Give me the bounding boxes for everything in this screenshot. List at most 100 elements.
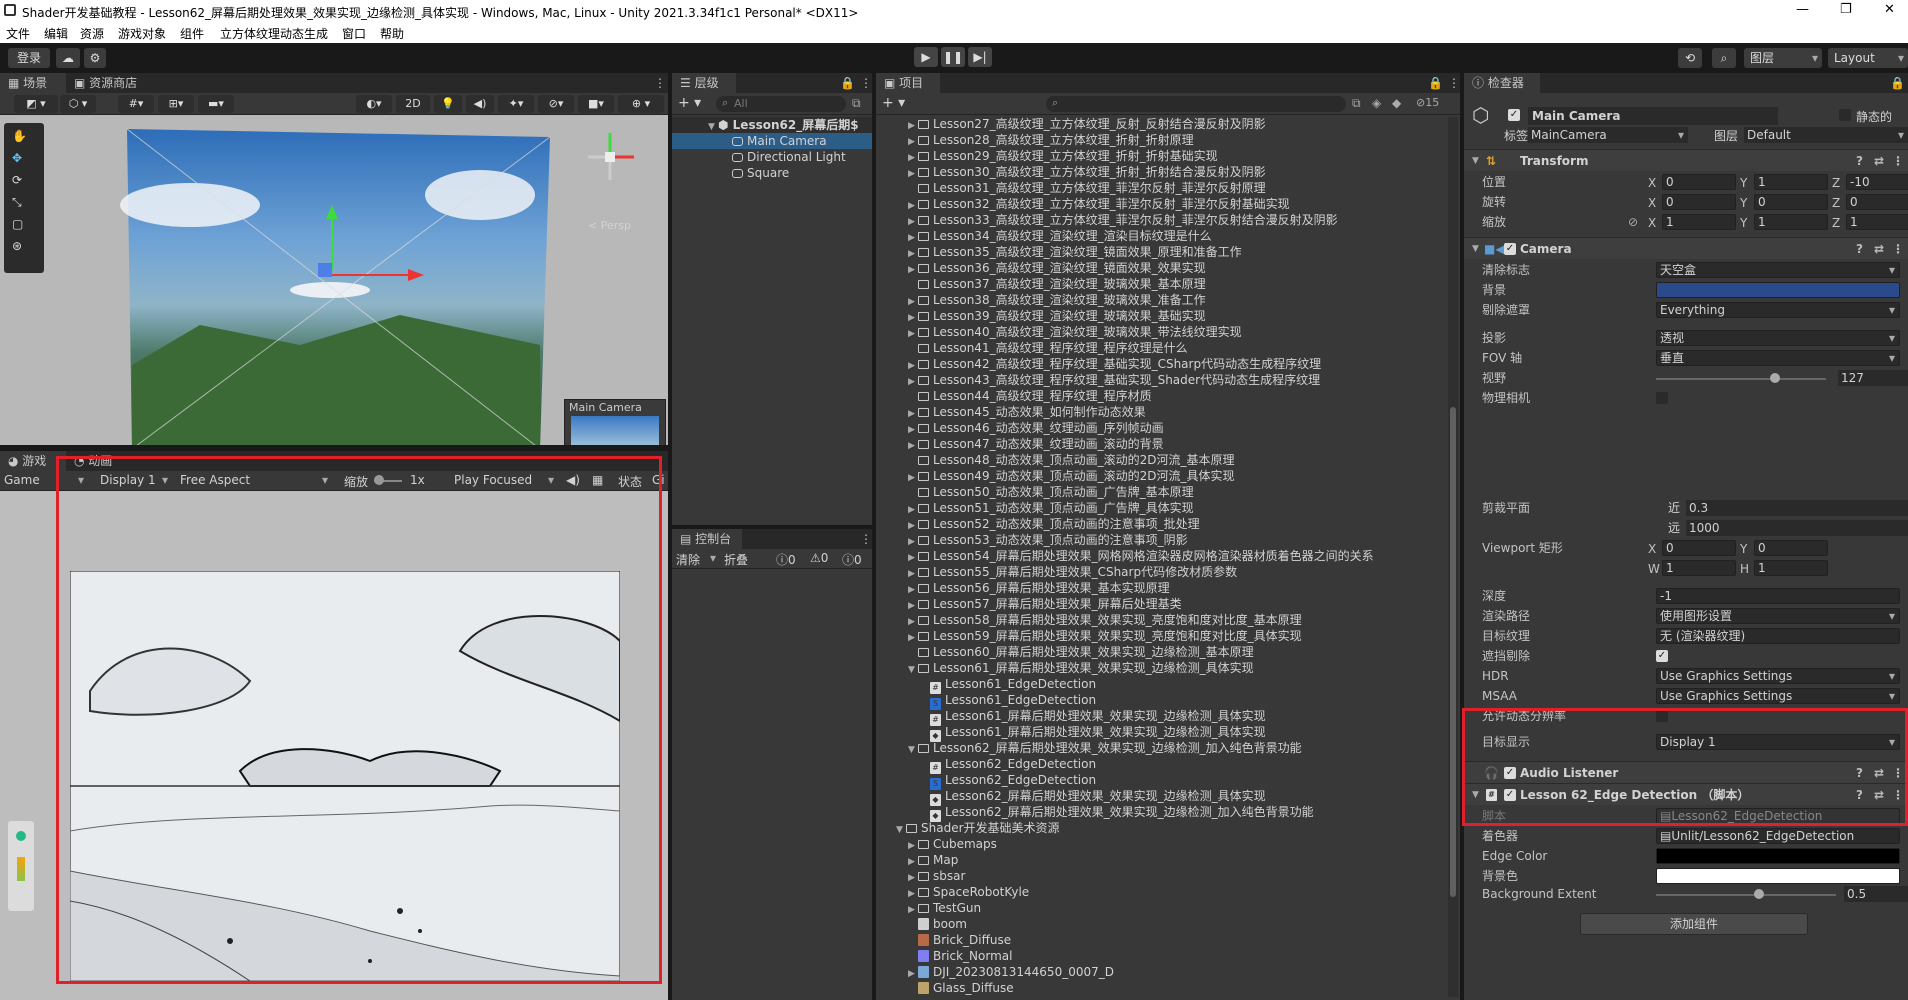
fov-slider[interactable] [1656,378,1826,380]
fov-slider-handle[interactable] [1770,373,1780,383]
camera-header[interactable]: ▼ ■◀ ✓ Camera ? ⇄ ⋮ [1464,237,1908,259]
property-dropdown[interactable]: Everything [1656,302,1900,318]
audio-preset-icon[interactable]: ⇄ [1874,762,1884,784]
edge-menu-icon[interactable]: ⋮ [1892,784,1904,806]
project-row[interactable]: ▶ DJI_20230813144650_0007_D [876,964,1446,980]
project-row[interactable]: Brick_Diffuse [876,932,1446,948]
camera-menu-icon[interactable]: ⋮ [1892,238,1904,260]
menu-item[interactable]: 立方体纹理动态生成 [220,25,328,42]
camera-fold-icon[interactable]: ▼ [1472,238,1479,260]
project-row[interactable]: ▶ Lesson30_高级纹理_立方体纹理_折射_折射结合漫反射及阴影 [876,164,1446,180]
project-menu-icon[interactable]: ⋮ [1440,73,1460,93]
play-button[interactable]: ▶ [914,47,938,67]
edge-enabled-checkbox[interactable]: ✓ [1504,789,1516,801]
audio-enabled-checkbox[interactable]: ✓ [1504,767,1516,779]
near-field[interactable]: 0.3 [1686,500,1908,516]
scale-tool-icon[interactable]: ⤡ [12,195,22,210]
hierarchy-item-square[interactable]: Square [672,165,872,181]
project-row[interactable]: ▶ Lesson59_屏幕后期处理效果_效果实现_亮度饱和度对比度_具体实现 [876,628,1446,644]
project-row[interactable]: Lesson50_动态效果_顶点动画_广告牌_基本原理 [876,484,1446,500]
project-row[interactable]: ▶ Lesson45_动态效果_如何制作动态效果 [876,404,1446,420]
camera-icon[interactable]: ■▾ [578,95,614,113]
error-count-button[interactable]: ⓘ0 [776,551,796,568]
rotation-x-field[interactable]: X0 [1648,194,1738,210]
edge-fold-icon[interactable]: ▼ [1472,784,1479,806]
menu-item[interactable]: 编辑 [44,25,68,42]
transform-preset-icon[interactable]: ⇄ [1874,150,1884,172]
tab-animation[interactable]: ◔ 动画 [66,451,120,471]
menu-item[interactable]: 游戏对象 [118,25,166,42]
shading-icon[interactable]: ◐▾ [356,95,392,113]
project-row[interactable]: ▶ Lesson39_高级纹理_渲染纹理_玻璃效果_基础实现 [876,308,1446,324]
project-row[interactable]: Lesson41_高级纹理_程序纹理_程序纹理是什么 [876,340,1446,356]
project-row[interactable]: ▶ SpaceRobotKyle [876,884,1446,900]
edge-preset-icon[interactable]: ⇄ [1874,784,1884,806]
project-row[interactable]: Brick_Normal [876,948,1446,964]
bg-extent-field[interactable]: 0.5 [1844,886,1908,902]
menu-item[interactable]: 帮助 [380,25,404,42]
property-field[interactable]: -1 [1656,588,1900,604]
hierarchy-item-directional-light[interactable]: Directional Light [672,149,872,165]
project-search-input[interactable] [1046,96,1346,112]
scale-z-field[interactable]: Z1 [1832,214,1908,230]
project-row[interactable]: ◆ Lesson62_屏幕后期处理效果_效果实现_边缘检测_加入纯色背景功能 [876,804,1446,822]
minimize-icon[interactable]: — [1796,2,1809,17]
property-checkbox[interactable] [1656,392,1668,404]
viewport-h-field[interactable]: H1 [1740,560,1830,576]
display-dropdown[interactable]: Display 1 [100,473,156,487]
active-checkbox[interactable]: ✓ [1508,109,1520,121]
property-checkbox[interactable]: ✓ [1656,650,1668,662]
project-row[interactable]: ▶ Lesson57_屏幕后期处理效果_屏幕后处理基类 [876,596,1446,612]
tab-scene[interactable]: ▦ 场景 [0,73,66,93]
project-row[interactable]: ▶ Lesson36_高级纹理_渲染纹理_镜面效果_效果实现 [876,260,1446,276]
viewport-y-field[interactable]: Y0 [1740,540,1830,556]
filter-label-icon[interactable]: ◈ [1372,96,1381,110]
rotation-y-field[interactable]: Y0 [1740,194,1830,210]
camera-enabled-checkbox[interactable]: ✓ [1504,243,1516,255]
project-row[interactable]: # Lesson62_EdgeDetection [876,756,1446,774]
history-icon[interactable]: ⟲ [1678,48,1702,68]
draw-mode-dropdown[interactable]: ◩ ▾ [14,95,58,113]
effects-icon[interactable]: ✦▾ [498,95,534,113]
project-row[interactable]: # Lesson61_EdgeDetection [876,676,1446,694]
project-row[interactable]: ▶ Lesson34_高级纹理_渲染纹理_渲染目标纹理是什么 [876,228,1446,244]
scale-y-field[interactable]: Y1 [1740,214,1830,230]
tab-inspector[interactable]: ⓘ 检查器 [1464,73,1540,93]
position-x-field[interactable]: X0 [1648,174,1738,190]
gizmos-button[interactable]: Gi [652,473,665,487]
project-row[interactable]: ▶ Lesson58_屏幕后期处理效果_效果实现_亮度饱和度对比度_基本原理 [876,612,1446,628]
ruler-icon[interactable]: ▬▾ [198,95,234,113]
audio-menu-icon[interactable]: ⋮ [1892,762,1904,784]
tab-hierarchy[interactable]: ☰ 层级 [672,73,736,93]
property-dropdown[interactable]: 天空盒 [1656,262,1900,278]
property-dropdown[interactable]: Use Graphics Settings [1656,668,1900,684]
game-viewport[interactable] [0,491,668,1000]
hierarchy-filter-icon[interactable]: ⧉ [852,96,861,111]
audio-help-icon[interactable]: ? [1856,762,1863,784]
close-icon[interactable]: ✕ [1884,2,1895,17]
rotation-z-field[interactable]: Z0 [1832,194,1908,210]
project-row[interactable]: ▶ Lesson55_屏幕后期处理效果_CSharp代码修改材质参数 [876,564,1446,580]
hand-tool-icon[interactable]: ✋ [12,129,27,143]
transform-help-icon[interactable]: ? [1856,150,1863,172]
project-row[interactable]: ▶ Lesson42_高级纹理_程序纹理_基础实现_CSharp代码动态生成程序纹… [876,356,1446,372]
project-row[interactable]: ▶ Lesson53_动态效果_顶点动画的注意事项_阴影 [876,532,1446,548]
rotate-tool-icon[interactable]: ⟳ [12,173,22,187]
camera-preset-icon[interactable]: ⇄ [1874,238,1884,260]
grid-icon[interactable]: ▦ [592,473,603,487]
audio-icon[interactable]: ◀) [466,95,494,113]
bg-extent-handle[interactable] [1754,889,1764,899]
property-dropdown[interactable]: 使用图形设置 [1656,608,1900,624]
layer-dropdown[interactable]: Default [1744,127,1908,143]
tab-game[interactable]: ◕ 游戏 [0,451,66,471]
property-dropdown[interactable]: 透视 [1656,330,1900,346]
add-object-button[interactable]: + ▾ [678,95,701,111]
project-row[interactable]: ▼ Lesson61_屏幕后期处理效果_效果实现_边缘检测_具体实现 [876,660,1446,676]
scene-root-row[interactable]: ▼ ⬢ Lesson62_屏幕后期$ [672,117,872,133]
audio-listener-header[interactable]: 🎧 ✓ Audio Listener ? ⇄ ⋮ [1464,761,1908,783]
project-row[interactable]: S Lesson61_EdgeDetection [876,692,1446,710]
mute-icon[interactable]: ◀) [566,473,580,487]
camera-help-icon[interactable]: ? [1856,238,1863,260]
project-row[interactable]: ▶ Lesson51_动态效果_顶点动画_广告牌_具体实现 [876,500,1446,516]
edge-help-icon[interactable]: ? [1856,784,1863,806]
